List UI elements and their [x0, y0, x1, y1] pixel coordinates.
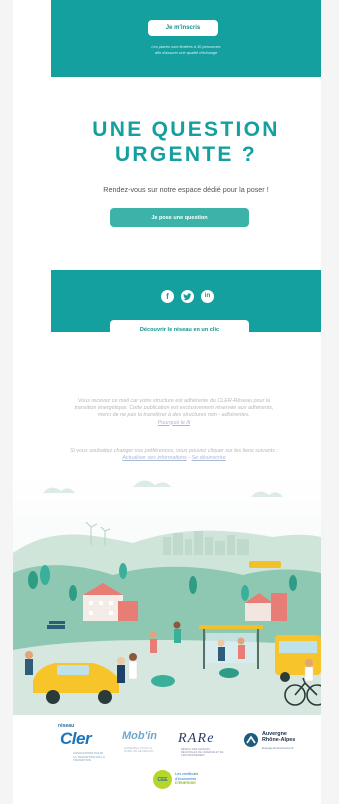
membership-notice: Vous recevez ce mail car votre structure…: [27, 398, 321, 427]
cee-line-3: D'ÉNERGIE: [175, 781, 196, 786]
membership-notice-line-3: merci de ne pas la transférer à des stru…: [97, 412, 251, 419]
rare-logo[interactable]: RARe: [178, 731, 215, 747]
email-body: Je m'inscris Les places sont limitées à …: [13, 0, 321, 804]
ara-tagline: Energie Environnement: [262, 746, 294, 750]
ask-question-button[interactable]: Je pose une question: [110, 208, 249, 227]
preferences-notice: Si vous souhaitez changer vos préférence…: [27, 448, 321, 462]
membership-notice-line-1: Vous recevez ce mail car votre structure…: [77, 398, 271, 404]
mobin-tagline: ENSEMBLE POUR LA MOBILITÉ DE DEMAIN: [124, 746, 154, 754]
limit-note-line-2: afin d'assurer une qualité d'échange: [154, 50, 218, 55]
question-subtitle: Rendez-vous sur notre espace dédié pour …: [103, 185, 269, 194]
cee-logo-text: Les certificats d'économies D'ÉNERGIE: [175, 772, 211, 786]
cler-logo[interactable]: Cler: [60, 729, 92, 749]
registration-banner: Je m'inscris Les places sont limitées à …: [51, 0, 321, 77]
update-info-link[interactable]: Actualiser ses informations: [122, 455, 186, 461]
twitter-icon[interactable]: [181, 290, 194, 303]
rare-tagline: RÉSEAU DES AGENCES RÉGIONALES DE L'ÉNERG…: [181, 748, 224, 757]
discover-network-button[interactable]: Découvrir le réseau en un clic: [110, 320, 249, 339]
town-illustration: [13, 475, 321, 715]
question-title: UNE QUESTION URGENTE ?: [51, 117, 321, 167]
membership-notice-line-2: transition énergétique. Cette publicatio…: [74, 405, 274, 412]
ara-line-2: Rhône-Alpes: [262, 737, 296, 744]
linkedin-icon[interactable]: in: [201, 290, 214, 303]
register-button[interactable]: Je m'inscris: [148, 20, 218, 36]
question-title-line-2: URGENTE ?: [114, 143, 258, 166]
ara-logo-icon[interactable]: [244, 733, 258, 747]
privacy-link[interactable]: Pourquoi le lit: [158, 420, 191, 426]
mobin-logo[interactable]: Mob'in: [122, 730, 157, 742]
yellow-bus: [275, 635, 321, 682]
preferences-line: Si vous souhaitez changer vos préférence…: [70, 448, 278, 454]
cee-logo-icon[interactable]: CEE: [153, 770, 172, 789]
facebook-icon[interactable]: f: [161, 290, 174, 303]
solar-panel-icon: [47, 621, 65, 629]
limit-note-line-1: Les places sont limitées à 30 personnes: [151, 44, 221, 49]
unsubscribe-link[interactable]: Se désinscrire: [192, 455, 226, 461]
train: [249, 561, 281, 568]
social-banner: f in Découvrir le réseau en un clic: [51, 270, 321, 339]
ara-logo[interactable]: Auvergne Rhône-Alpes: [262, 731, 318, 743]
cler-tagline: ASSOCIATION POUR LA TRANSITION DE LA TRA…: [73, 751, 105, 763]
question-title-line-1: UNE QUESTION: [92, 118, 280, 141]
